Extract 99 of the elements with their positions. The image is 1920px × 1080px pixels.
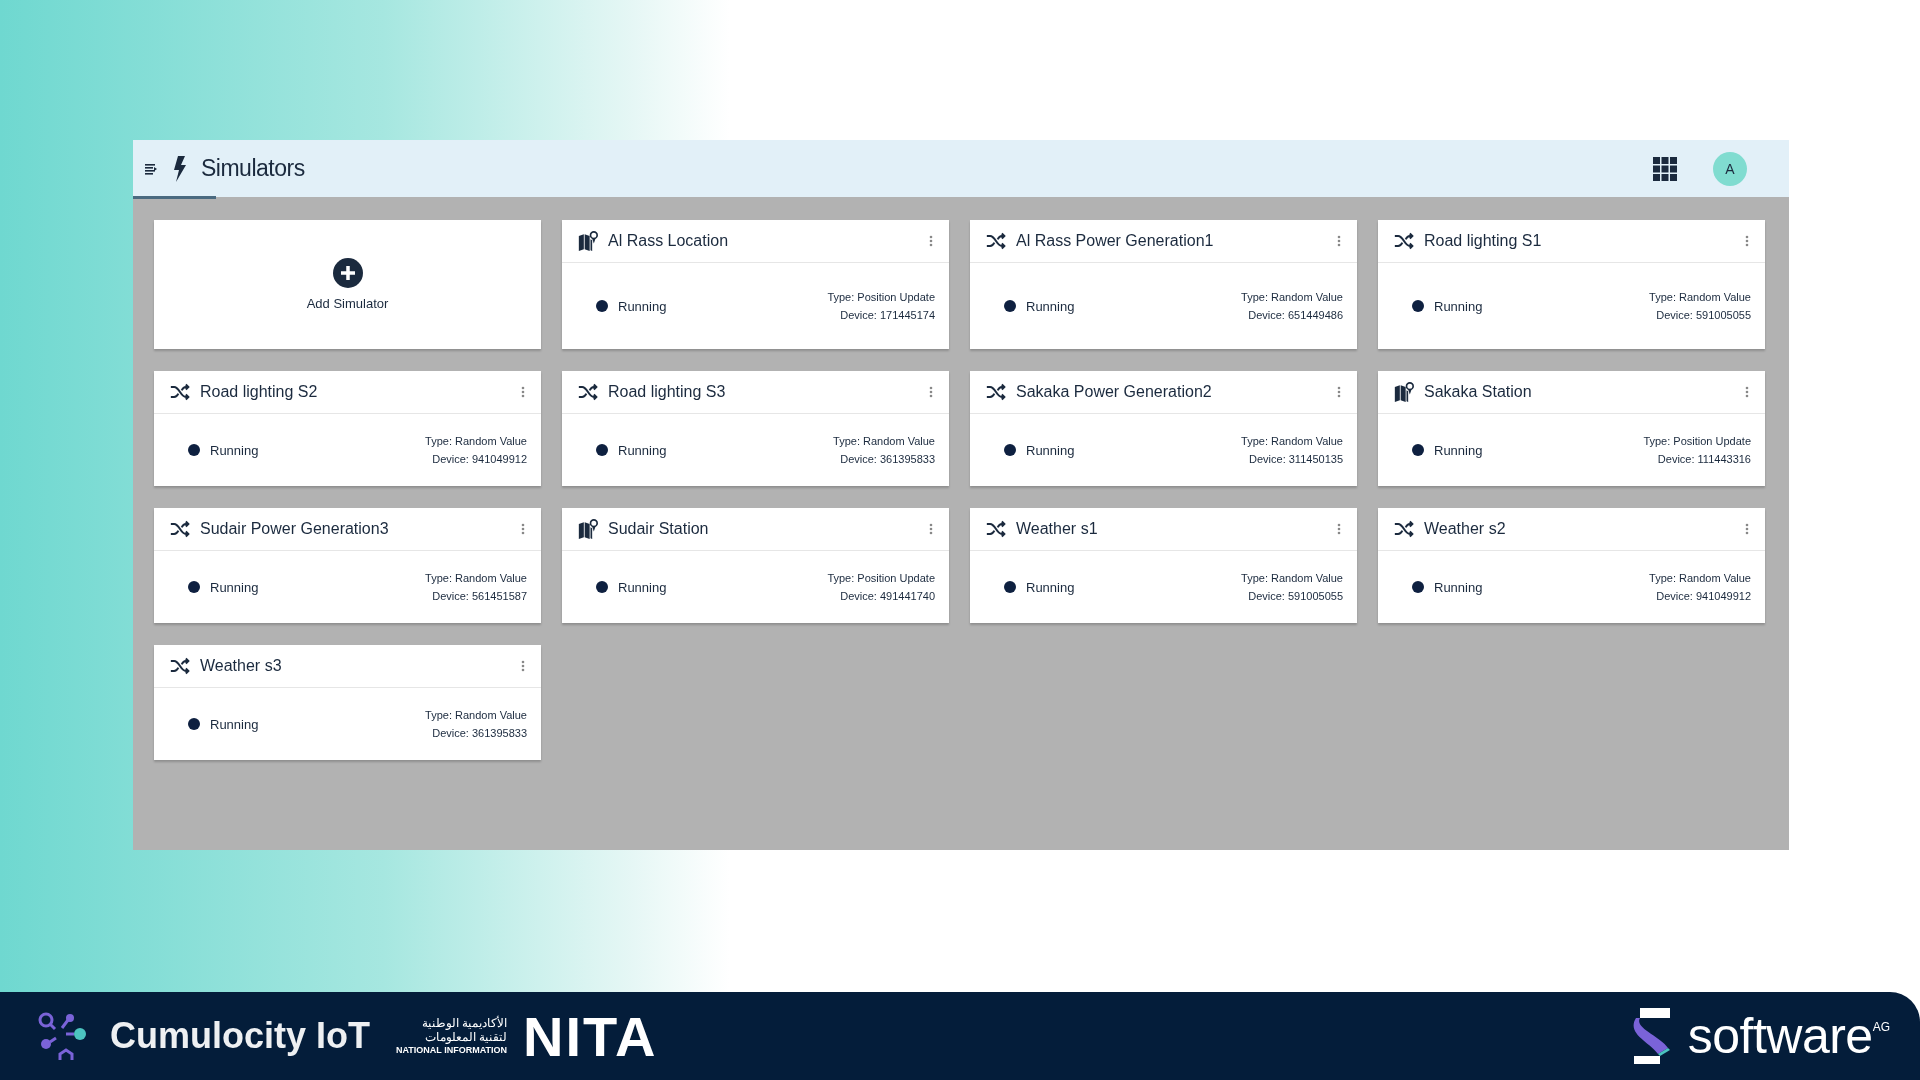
status-text: Running bbox=[210, 442, 260, 458]
shuffle-icon bbox=[1394, 520, 1414, 538]
device-text: Device: 591005055 bbox=[1656, 309, 1751, 321]
add-simulator-card[interactable]: Add Simulator bbox=[154, 220, 541, 349]
page-title: Simulators bbox=[201, 155, 305, 182]
type-text: Type: Random Value bbox=[1241, 291, 1343, 303]
status-dot bbox=[1412, 300, 1424, 312]
status-text: Running bbox=[1434, 442, 1484, 458]
status-dot bbox=[1412, 581, 1424, 593]
simulator-card[interactable]: Sakaka Power Generation2 Running Type: Random Value Device: 311450135 bbox=[970, 371, 1357, 486]
status-dot bbox=[596, 581, 608, 593]
device-text: Device: 591005055 bbox=[1248, 590, 1343, 602]
device-text: Device: 941049912 bbox=[432, 453, 527, 465]
simulator-card[interactable]: Weather s2 Running Type: Random Value Device: 941049912 bbox=[1378, 508, 1765, 623]
user-avatar[interactable]: A bbox=[1713, 151, 1747, 186]
simulator-card[interactable]: Road lighting S3 Running Type: Random Value Device: 361395833 bbox=[562, 371, 949, 486]
simulator-card[interactable]: Al Rass Location Running Type: Position Update Device: 171445174 bbox=[562, 220, 949, 349]
shuffle-icon bbox=[986, 232, 1006, 250]
map-pin-icon bbox=[578, 231, 598, 251]
type-text: Type: Random Value bbox=[425, 572, 527, 584]
device-text: Device: 361395833 bbox=[432, 727, 527, 739]
simulator-name: Road lighting S2 bbox=[200, 383, 319, 401]
simulator-card[interactable]: Weather s3 Running Type: Random Value Device: 361395833 bbox=[154, 645, 541, 760]
device-text: Device: 491441740 bbox=[840, 590, 935, 602]
type-text: Type: Random Value bbox=[425, 709, 527, 721]
simulator-name: Road lighting S1 bbox=[1424, 232, 1543, 250]
status-text: Running bbox=[1434, 298, 1484, 314]
brand-name: Cumulocity IoT bbox=[110, 1015, 370, 1057]
type-text: Type: Random Value bbox=[1241, 435, 1343, 447]
status-dot bbox=[1004, 581, 1016, 593]
simulator-card[interactable]: Sudair Power Generation3 Running Type: Random Value Device: 561451587 bbox=[154, 508, 541, 623]
simulator-name: Weather s2 bbox=[1424, 520, 1507, 538]
type-text: Type: Position Update bbox=[827, 291, 935, 303]
status-dot bbox=[1004, 444, 1016, 456]
type-text: Type: Random Value bbox=[1241, 572, 1343, 584]
type-text: Type: Random Value bbox=[425, 435, 527, 447]
type-text: Type: Random Value bbox=[833, 435, 935, 447]
status-dot bbox=[1004, 300, 1016, 312]
nita-logo: NITA bbox=[523, 1003, 658, 1069]
status-text: Running bbox=[1434, 579, 1484, 595]
simulator-name: Road lighting S3 bbox=[608, 383, 727, 401]
simulator-card[interactable]: Sakaka Station Running Type: Position Update Device: 111443316 bbox=[1378, 371, 1765, 486]
shuffle-icon bbox=[170, 520, 190, 538]
status-dot bbox=[188, 444, 200, 456]
type-text: Type: Random Value bbox=[1649, 291, 1751, 303]
type-text: Type: Random Value bbox=[1649, 572, 1751, 584]
add-simulator-label: Add Simulator bbox=[306, 296, 389, 311]
add-icon bbox=[332, 258, 363, 288]
academy-english-text: NATIONAL INFORMATION bbox=[396, 1044, 507, 1055]
status-text: Running bbox=[210, 579, 260, 595]
type-text: Type: Position Update bbox=[1643, 435, 1751, 447]
status-dot bbox=[596, 300, 608, 312]
status-dot bbox=[188, 581, 200, 593]
status-dot bbox=[1412, 444, 1424, 456]
device-text: Device: 361395833 bbox=[840, 453, 935, 465]
device-text: Device: 561451587 bbox=[432, 590, 527, 602]
simulator-card[interactable]: Road lighting S2 Running Type: Random Value Device: 941049912 bbox=[154, 371, 541, 486]
simulator-name: Sakaka Power Generation2 bbox=[1016, 383, 1213, 401]
simulator-card[interactable]: Sudair Station Running Type: Position Update Device: 491441740 bbox=[562, 508, 949, 623]
status-text: Running bbox=[1026, 442, 1076, 458]
device-text: Device: 171445174 bbox=[840, 309, 935, 321]
shuffle-icon bbox=[578, 383, 598, 401]
simulator-name: Al Rass Power Generation1 bbox=[1016, 232, 1215, 250]
status-text: Running bbox=[618, 579, 668, 595]
menu-icon[interactable] bbox=[145, 162, 157, 175]
status-text: Running bbox=[1026, 298, 1076, 314]
shuffle-icon bbox=[986, 383, 1006, 401]
device-text: Device: 651449486 bbox=[1248, 309, 1343, 321]
simulator-name: Weather s1 bbox=[1016, 520, 1099, 538]
device-text: Device: 111443316 bbox=[1657, 453, 1751, 465]
simulator-name: Sudair Station bbox=[608, 520, 710, 538]
academy-arabic-text: لتقنية المعلومات bbox=[424, 1030, 507, 1045]
shuffle-icon bbox=[1394, 232, 1414, 250]
shuffle-icon bbox=[170, 657, 190, 675]
status-dot bbox=[596, 444, 608, 456]
simulator-name: Sakaka Station bbox=[1424, 383, 1533, 401]
device-text: Device: 311450135 bbox=[1249, 453, 1343, 465]
simulator-card[interactable]: Weather s1 Running Type: Random Value Device: 591005055 bbox=[970, 508, 1357, 623]
simulator-card[interactable]: Road lighting S1 Running Type: Random Value Device: 591005055 bbox=[1378, 220, 1765, 349]
status-text: Running bbox=[618, 442, 668, 458]
status-dot bbox=[188, 718, 200, 730]
type-text: Type: Position Update bbox=[827, 572, 935, 584]
simulator-card[interactable]: Al Rass Power Generation1 Running Type: Random Value Device: 651449486 bbox=[970, 220, 1357, 349]
simulator-name: Al Rass Location bbox=[608, 232, 730, 250]
academy-arabic-text: الأكاديمية الوطنية bbox=[421, 1017, 507, 1031]
device-text: Device: 941049912 bbox=[1656, 590, 1751, 602]
software-wordmark: software bbox=[1687, 1007, 1873, 1065]
map-pin-icon bbox=[1394, 382, 1414, 402]
map-pin-icon bbox=[578, 519, 598, 539]
shuffle-icon bbox=[986, 520, 1006, 538]
simulator-name: Weather s3 bbox=[200, 657, 283, 675]
app-grid-icon[interactable] bbox=[1653, 156, 1677, 181]
software-wordmark-suffix: AG bbox=[1872, 1020, 1890, 1034]
lightning-icon bbox=[171, 155, 187, 182]
shuffle-icon bbox=[170, 383, 190, 401]
status-text: Running bbox=[1026, 579, 1076, 595]
status-text: Running bbox=[618, 298, 668, 314]
status-text: Running bbox=[210, 716, 260, 732]
simulator-name: Sudair Power Generation3 bbox=[200, 520, 390, 538]
